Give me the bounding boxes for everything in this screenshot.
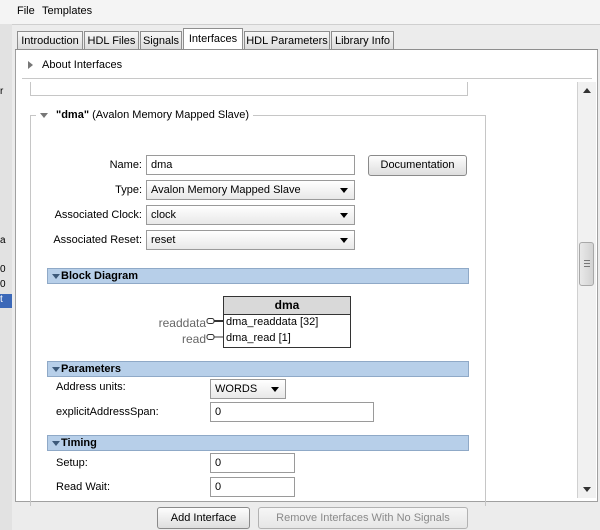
collapse-arrow-icon[interactable] bbox=[40, 112, 48, 118]
expand-arrow-icon[interactable] bbox=[28, 61, 33, 69]
type-select-value: Avalon Memory Mapped Slave bbox=[151, 184, 301, 196]
about-interfaces-link[interactable]: About Interfaces bbox=[42, 59, 122, 71]
read-wait-input[interactable]: 0 bbox=[210, 477, 295, 497]
documentation-button[interactable]: Documentation bbox=[368, 155, 467, 176]
background-window-strip: r a 0 0 t bbox=[0, 24, 12, 530]
tab-hdl-files[interactable]: HDL Files bbox=[84, 31, 139, 49]
port-connector-icon bbox=[206, 318, 223, 340]
interface-type-title: (Avalon Memory Mapped Slave) bbox=[92, 109, 250, 121]
edge-char: 0 bbox=[0, 264, 6, 275]
port-inner-label: dma_readdata [32] bbox=[226, 316, 319, 328]
port-outer-label: readdata bbox=[158, 316, 206, 330]
address-units-value: WORDS bbox=[215, 383, 258, 395]
dropdown-arrow-icon bbox=[271, 387, 279, 392]
tab-hdl-parameters[interactable]: HDL Parameters bbox=[244, 31, 330, 49]
divider bbox=[22, 78, 592, 79]
tab-interfaces[interactable]: Interfaces bbox=[183, 28, 243, 50]
tab-library-info[interactable]: Library Info bbox=[331, 31, 394, 49]
edge-char: a bbox=[0, 235, 6, 246]
reset-select-value: reset bbox=[151, 234, 176, 246]
block-name: dma bbox=[224, 297, 350, 315]
dropdown-arrow-icon bbox=[340, 238, 348, 243]
edge-char-selected: t bbox=[0, 294, 12, 308]
parameters-title: Parameters bbox=[61, 363, 121, 375]
address-units-select[interactable]: WORDS bbox=[210, 379, 286, 399]
parameters-header[interactable]: Parameters bbox=[47, 361, 469, 377]
port-inner-label: dma_read [1] bbox=[226, 332, 291, 344]
dropdown-arrow-icon bbox=[340, 213, 348, 218]
block-diagram-title: Block Diagram bbox=[61, 270, 139, 282]
name-input[interactable]: dma bbox=[146, 155, 355, 175]
type-select[interactable]: Avalon Memory Mapped Slave bbox=[146, 180, 355, 200]
associated-clock-select[interactable]: clock bbox=[146, 205, 355, 225]
timing-header[interactable]: Timing bbox=[47, 435, 469, 451]
name-label: Name: bbox=[109, 159, 142, 171]
port-outer-label: read bbox=[181, 332, 206, 346]
edge-char: 0 bbox=[0, 279, 6, 290]
tab-signals[interactable]: Signals bbox=[140, 31, 182, 49]
read-wait-label: Read Wait: bbox=[56, 481, 111, 493]
collapse-arrow-icon bbox=[52, 274, 60, 279]
vertical-scrollbar[interactable] bbox=[577, 82, 596, 498]
block-diagram-box: dma dma_readdata [32] dma_read [1] bbox=[223, 296, 351, 348]
collapse-arrow-icon bbox=[52, 367, 60, 372]
previous-interface-frame bbox=[30, 82, 468, 96]
remove-interfaces-button[interactable]: Remove Interfaces With No Signals bbox=[258, 507, 468, 529]
dropdown-arrow-icon bbox=[340, 188, 348, 193]
menu-bar: File Templates bbox=[0, 0, 600, 25]
address-units-label: Address units: bbox=[56, 381, 126, 393]
interface-name-title: "dma" bbox=[56, 109, 90, 121]
scroll-thumb[interactable] bbox=[579, 242, 594, 286]
associated-reset-select[interactable]: reset bbox=[146, 230, 355, 250]
menu-file[interactable]: File bbox=[17, 5, 35, 17]
tab-introduction[interactable]: Introduction bbox=[17, 31, 83, 49]
associated-clock-label: Associated Clock: bbox=[54, 209, 142, 221]
edge-char: r bbox=[0, 86, 4, 97]
add-interface-button[interactable]: Add Interface bbox=[157, 507, 250, 529]
clock-select-value: clock bbox=[151, 209, 177, 221]
setup-label: Setup: bbox=[56, 457, 88, 469]
collapse-arrow-icon bbox=[52, 441, 60, 446]
block-diagram-header[interactable]: Block Diagram bbox=[47, 268, 469, 284]
scroll-up-arrow-icon[interactable] bbox=[583, 88, 591, 93]
menu-templates[interactable]: Templates bbox=[42, 5, 92, 17]
explicit-address-span-input[interactable]: 0 bbox=[210, 402, 374, 422]
timing-title: Timing bbox=[61, 437, 97, 449]
explicit-address-span-label: explicitAddressSpan: bbox=[56, 406, 159, 418]
scroll-down-arrow-icon[interactable] bbox=[583, 487, 591, 492]
setup-input[interactable]: 0 bbox=[210, 453, 295, 473]
interface-title: "dma" (Avalon Memory Mapped Slave) bbox=[36, 109, 254, 123]
associated-reset-label: Associated Reset: bbox=[53, 234, 142, 246]
type-label: Type: bbox=[115, 184, 142, 196]
